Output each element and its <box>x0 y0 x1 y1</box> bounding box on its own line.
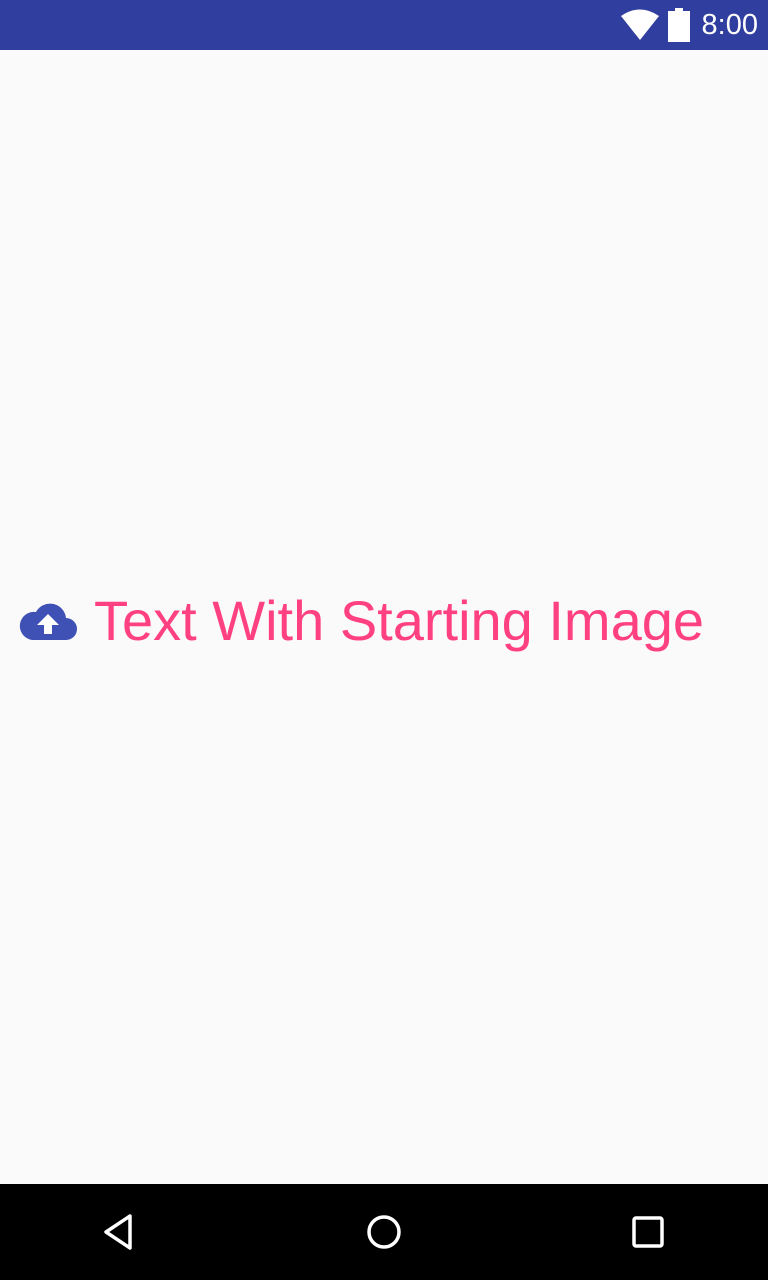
text-with-start-image: Text With Starting Image <box>18 588 705 652</box>
status-icons: 8:00 <box>620 0 758 50</box>
app-screen: 8:00 Text With Starting Image <box>0 0 768 1280</box>
navigation-bar <box>0 1184 768 1280</box>
battery-icon <box>667 8 690 42</box>
back-button[interactable] <box>96 1208 144 1256</box>
home-button[interactable] <box>360 1208 408 1256</box>
recents-button[interactable] <box>624 1208 672 1256</box>
main-content: Text With Starting Image <box>0 50 768 1184</box>
clock: 8:00 <box>701 9 758 41</box>
text-label: Text With Starting Image <box>94 588 705 652</box>
cloud-upload-icon <box>19 603 77 640</box>
wifi-icon <box>620 9 659 40</box>
status-bar: 8:00 <box>0 0 768 50</box>
